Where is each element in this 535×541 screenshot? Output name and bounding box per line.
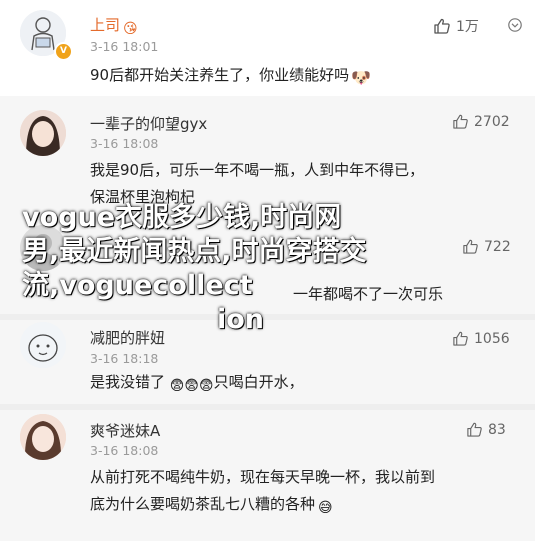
comment-avatar[interactable] (20, 110, 66, 156)
comment-text-line: 底为什么要喝奶茶乱七八糟的各种 😅 (90, 491, 333, 522)
post-text: 90后都开始关注养生了，你业绩能好吗 🐶 (90, 62, 371, 91)
comment-like-count: 2702 (474, 113, 510, 130)
chevron-down-icon[interactable] (508, 18, 522, 32)
post-like-count: 1万 (456, 19, 479, 35)
overlay-line: 男,最近新闻热点,时尚穿搭交 (22, 236, 367, 267)
divider (0, 404, 535, 410)
comment-text-line: 从前打死不喝纯牛奶，现在每天早晚一杯，我以前到 (90, 468, 436, 486)
comment-time: 3-16 18:08 (90, 136, 159, 151)
avatar-photo-icon (20, 110, 66, 156)
comment-time: 3-16 18:08 (90, 443, 159, 458)
doge-emoji-icon: 🐶 (351, 68, 372, 87)
overlay-line: ion (217, 304, 265, 335)
original-post: V 上司 😘 3-16 18:01 90后都开始关注养生了，你业绩能好吗 🐶 1万 (0, 0, 535, 96)
comment-author-name[interactable]: 一辈子的仰望gyx (90, 113, 207, 134)
post-like-button[interactable]: 1万 (433, 16, 479, 36)
comment-like-button[interactable]: 83 (466, 421, 506, 438)
overlay-line: vogue衣服多少钱,时尚网 (22, 202, 342, 233)
kiss-emoji-icon: 😘 (123, 21, 138, 37)
shocked-emoji-icon: 😨😨😨 (169, 378, 214, 394)
post-time: 3-16 18:01 (90, 39, 159, 54)
overlay-title: vogue衣服多少钱,时尚网 男,最近新闻热点,时尚穿搭交 流,voguecol… (22, 201, 522, 337)
post-author-name[interactable]: 上司 😘 (90, 14, 138, 37)
comment-text-line: 我是90后，可乐一年不喝一瓶，人到中年不得已， (90, 161, 425, 179)
verified-badge-icon: V (54, 42, 73, 61)
comment-time: 3-16 18:18 (90, 351, 159, 366)
thumb-up-icon (453, 114, 468, 129)
avatar-photo-icon (20, 414, 66, 460)
smile-emoji-icon: 😅 (318, 500, 333, 516)
comment-avatar[interactable] (20, 414, 66, 460)
thumb-up-icon (467, 422, 482, 437)
comment-like-button[interactable]: 2702 (452, 113, 510, 130)
comment-text: 是我没错了 😨😨😨只喝白开水， (90, 369, 304, 400)
comment-author-name[interactable]: 爽爷迷妹A (90, 420, 160, 441)
thumb-up-icon (434, 18, 450, 34)
overlay-line: 流,voguecollect (22, 270, 253, 301)
comment-like-count: 83 (488, 421, 506, 438)
